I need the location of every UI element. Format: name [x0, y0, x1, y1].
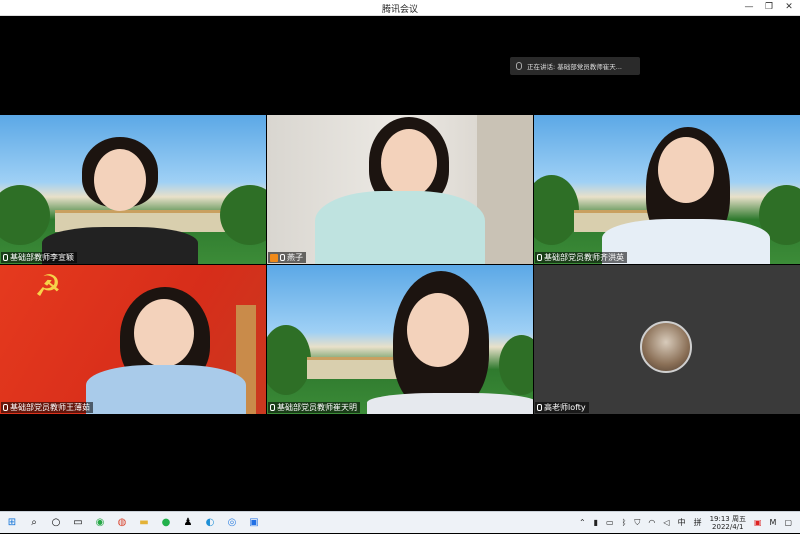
pinyin-indicator[interactable]: 拼: [694, 517, 702, 528]
participant-name: 高老师lofty: [544, 403, 586, 412]
microphone-tray-icon[interactable]: ▮: [594, 518, 598, 527]
bluetooth-icon[interactable]: ᛒ: [622, 518, 627, 527]
security-icon[interactable]: ⛉: [634, 518, 640, 528]
browser-icon[interactable]: ◎: [226, 517, 238, 529]
app-green-icon[interactable]: ◉: [94, 517, 106, 529]
party-emblem-icon: ☭: [34, 269, 62, 304]
participant-label: 基础部教师李宣颖: [1, 252, 77, 263]
participant-name: 基础部党员教师齐洪英: [544, 253, 624, 262]
participant-label: 基础部党员教师崔天明: [268, 402, 360, 413]
video-tile[interactable]: 基础部党员教师齐洪英: [534, 115, 800, 264]
system-clock[interactable]: 19:13 周五 2022/4/1: [710, 515, 746, 531]
app-tray-icon[interactable]: Ⅿ: [770, 518, 777, 527]
notification-app-icon[interactable]: ▣: [754, 518, 762, 527]
chevron-up-icon[interactable]: ⌃: [579, 518, 586, 527]
microphone-icon: [3, 404, 8, 411]
title-bar: 腾讯会议 — ❐ ✕: [0, 0, 800, 16]
participant-name: 基础部党员教师王薄茹: [10, 403, 90, 412]
participant-label: 基础部党员教师齐洪英: [535, 252, 627, 263]
microphone-icon: [537, 254, 542, 261]
microphone-icon: [537, 404, 542, 411]
microphone-icon: [3, 254, 8, 261]
video-tile[interactable]: 基础部教师李宣颖: [0, 115, 266, 264]
camera-tray-icon[interactable]: ▭: [606, 518, 614, 527]
speaking-indicator: 正在讲话: 基础部党员教师崔天...: [510, 57, 640, 75]
participant-name: 燕子: [287, 253, 303, 262]
participant-label: 基础部党员教师王薄茹: [1, 402, 93, 413]
microphone-icon: [270, 404, 275, 411]
search-icon[interactable]: ⌕: [28, 517, 40, 529]
tencent-meeting-icon[interactable]: ▣: [248, 517, 260, 529]
participant-label: 燕子: [268, 252, 306, 263]
wechat-icon[interactable]: ●: [160, 517, 172, 529]
participant-name: 基础部教师李宣颖: [10, 253, 74, 262]
video-tile[interactable]: 基础部党员教师崔天明: [267, 265, 533, 414]
video-tile[interactable]: 燕子: [267, 115, 533, 264]
file-explorer-icon[interactable]: ▬: [138, 517, 150, 529]
taskbar: ⊞ ⌕ ○ ▭ ◉ ◍ ▬ ● ♟ ◐ ◎ ▣ ⌃ ▮ ▭ ᛒ ⛉ ◠ ◁ 中 …: [0, 511, 800, 533]
volume-icon[interactable]: ◁: [663, 518, 669, 527]
host-icon: [270, 253, 278, 262]
clock-time: 19:13 周五: [709, 514, 746, 523]
restore-button[interactable]: ❐: [762, 1, 776, 14]
cortana-icon[interactable]: ○: [50, 517, 62, 529]
video-tile[interactable]: ☭ 基础部党员教师王薄茹: [0, 265, 266, 414]
speaking-text: 正在讲话: 基础部党员教师崔天...: [527, 63, 622, 71]
close-button[interactable]: ✕: [782, 1, 796, 14]
action-center-icon[interactable]: ▢: [784, 518, 792, 527]
edge-icon[interactable]: ◐: [204, 517, 216, 529]
minimize-button[interactable]: —: [742, 1, 756, 14]
task-view-icon[interactable]: ▭: [72, 517, 84, 529]
avatar: [640, 321, 692, 373]
participant-name: 基础部党员教师崔天明: [277, 403, 357, 412]
microphone-icon: [280, 254, 285, 261]
participant-label: 高老师lofty: [535, 402, 589, 413]
meeting-area: 正在讲话: 基础部党员教师崔天... 基础部教师李宣颖 燕子 基础部党员教师齐洪…: [0, 16, 800, 511]
microphone-icon: [516, 62, 522, 70]
clock-date: 2022/4/1: [712, 522, 744, 531]
windows-start-icon[interactable]: ⊞: [6, 517, 18, 529]
wifi-icon[interactable]: ◠: [648, 518, 655, 527]
window-title: 腾讯会议: [381, 5, 418, 15]
ime-indicator[interactable]: 中: [678, 517, 686, 528]
chrome-icon[interactable]: ◍: [116, 517, 128, 529]
qq-icon[interactable]: ♟: [182, 517, 194, 529]
